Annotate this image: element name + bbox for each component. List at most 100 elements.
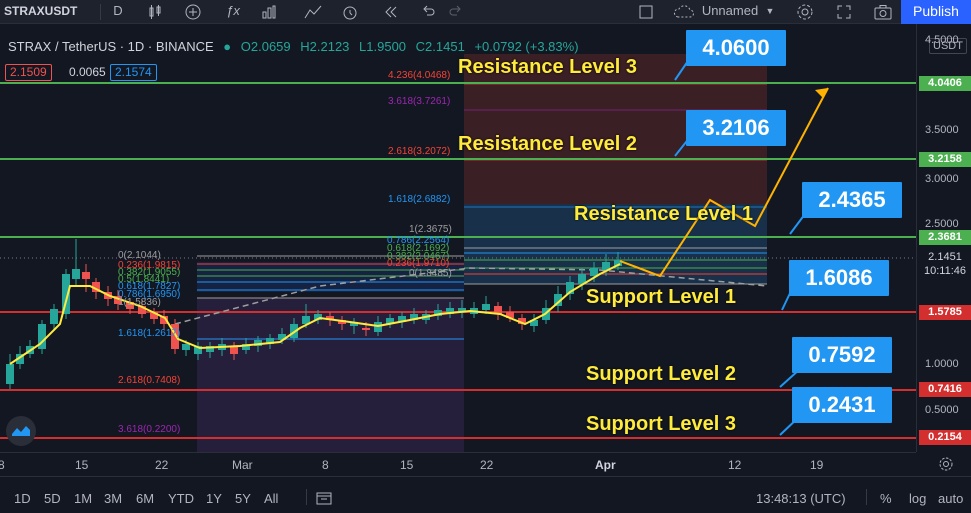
- range-6m[interactable]: 6M: [136, 491, 154, 506]
- fib-right-label: 4.236(4.0468): [388, 70, 451, 81]
- price-tick: 3.5000: [925, 124, 959, 136]
- support-2-callout[interactable]: 0.7592: [792, 337, 892, 373]
- camera-icon[interactable]: [872, 0, 894, 24]
- candle-body: [362, 328, 370, 330]
- alert-icon[interactable]: [338, 0, 362, 24]
- fib-right-label: 3.618(3.7261): [388, 96, 451, 107]
- fib-right-label: 0(1.8485): [409, 268, 452, 279]
- symbol-legend: STRAX / TetherUS · 1D · BINANCE ● O2.065…: [8, 39, 585, 54]
- support-2-label: Support Level 2: [586, 363, 737, 385]
- chart-pane[interactable]: STRAX / TetherUS · 1D · BINANCE ● O2.065…: [0, 24, 916, 452]
- resistance-2-callout[interactable]: 3.2106: [686, 110, 786, 146]
- support-3-price-badge: 0.2154: [919, 430, 971, 445]
- legend-change: +0.0792 (+3.83%): [474, 39, 579, 54]
- log-toggle[interactable]: log: [909, 491, 926, 506]
- time-tick: Apr: [595, 458, 616, 472]
- candle-body: [182, 344, 190, 350]
- fib-left-label: 2.618(0.7408): [118, 375, 181, 386]
- price-tick: 0.5000: [925, 404, 959, 416]
- price-tick: 3.0000: [925, 173, 959, 185]
- symbol-title[interactable]: STRAX / TetherUS · 1D · BINANCE: [8, 39, 214, 54]
- bottom-toolbar: 1D 5D 1M 3M 6M YTD 1Y 5Y All 13:48:13 (U…: [0, 476, 971, 513]
- range-1d[interactable]: 1D: [14, 491, 31, 506]
- time-tick: 22: [155, 458, 169, 472]
- financials-icon[interactable]: [258, 0, 280, 24]
- fib-right-label: 1(2.3675): [409, 224, 452, 235]
- candle-body: [72, 269, 80, 279]
- chart-type-icon[interactable]: [144, 0, 166, 24]
- support-1-callout[interactable]: 1.6086: [789, 260, 889, 296]
- resistance-1-label: Resistance Level 1: [574, 203, 753, 225]
- range-all[interactable]: All: [264, 491, 278, 506]
- price-tick: 2.5000: [925, 218, 959, 230]
- expand-icon[interactable]: [834, 0, 854, 24]
- cloud-icon: [672, 0, 696, 24]
- time-axis[interactable]: 8 15 22 Mar 8 15 22 Apr 12 19: [0, 452, 916, 476]
- time-tick: 15: [400, 458, 414, 472]
- resistance-3-callout[interactable]: 4.0600: [686, 30, 786, 66]
- range-5y[interactable]: 5Y: [235, 491, 251, 506]
- fib-left-label: 3.618(0.2200): [118, 424, 181, 435]
- separator: [100, 4, 101, 20]
- sell-button[interactable]: 2.1509: [5, 64, 52, 81]
- publish-button[interactable]: Publish: [901, 0, 971, 24]
- resistance-1-callout[interactable]: 2.4365: [802, 182, 902, 218]
- axis-settings-icon[interactable]: [938, 456, 958, 474]
- time-tick: 8: [322, 458, 329, 472]
- chevron-down-icon[interactable]: ▼: [762, 0, 778, 24]
- status-dot: ●: [223, 39, 232, 54]
- range-1y[interactable]: 1Y: [206, 491, 222, 506]
- buy-button[interactable]: 2.1574: [110, 64, 157, 81]
- price-chart[interactable]: [0, 24, 916, 452]
- replay-icon[interactable]: [380, 0, 402, 24]
- range-ytd[interactable]: YTD: [168, 491, 194, 506]
- interval-button[interactable]: D: [108, 0, 128, 24]
- fib-right-label: 1.618(2.6882): [388, 194, 451, 205]
- support-2-price-badge: 0.7416: [919, 382, 971, 397]
- candle-body: [50, 309, 58, 324]
- fib-left-label: 1.618(1.2617): [118, 328, 181, 339]
- date-range-icon[interactable]: [316, 490, 334, 506]
- candle-body: [482, 304, 490, 310]
- price-scale[interactable]: USDT 4.5000 3.5000 3.0000 2.5000 1.0000 …: [916, 24, 971, 452]
- range-3m[interactable]: 3M: [104, 491, 122, 506]
- last-price-badge: 2.1451: [919, 250, 971, 265]
- settings-icon[interactable]: [794, 0, 816, 24]
- spread-value: 0.0065: [69, 65, 106, 79]
- support-3-callout[interactable]: 0.2431: [792, 387, 892, 423]
- percent-toggle[interactable]: %: [880, 491, 892, 506]
- time-tick: 8: [0, 458, 5, 472]
- compare-icon[interactable]: [302, 0, 324, 24]
- fullscreen-icon[interactable]: [636, 0, 656, 24]
- tradingview-logo-icon[interactable]: [6, 416, 36, 446]
- separator: [306, 489, 307, 505]
- support-1-price-badge: 1.5785: [919, 305, 971, 320]
- undo-icon[interactable]: [418, 0, 438, 24]
- fib-right-label: 2.618(3.2072): [388, 146, 451, 157]
- legend-high: H2.2123: [300, 39, 350, 54]
- add-indicator-icon[interactable]: [182, 0, 204, 24]
- indicators-icon[interactable]: ƒx: [222, 0, 244, 24]
- resistance-1-price-badge: 2.3681: [919, 230, 971, 245]
- countdown-badge: 10:11:46: [919, 264, 971, 279]
- price-tick: 4.5000: [925, 34, 959, 46]
- clock[interactable]: 13:48:13 (UTC): [756, 491, 846, 506]
- range-1m[interactable]: 1M: [74, 491, 92, 506]
- time-tick: 19: [810, 458, 824, 472]
- support-1-label: Support Level 1: [586, 286, 737, 308]
- redo-icon[interactable]: [446, 0, 466, 24]
- candle-body: [6, 364, 14, 384]
- fib-left-label: 1(1.5836): [118, 297, 161, 308]
- auto-toggle[interactable]: auto: [938, 491, 963, 506]
- candle-body: [82, 272, 90, 279]
- resistance-2-price-badge: 3.2158: [919, 152, 971, 167]
- support-3-label: Support Level 3: [586, 413, 737, 435]
- layout-name[interactable]: Unnamed: [698, 0, 762, 24]
- range-5d[interactable]: 5D: [44, 491, 61, 506]
- price-tick: 1.0000: [925, 358, 959, 370]
- time-tick: 15: [75, 458, 89, 472]
- time-tick: Mar: [232, 458, 253, 472]
- symbol-search[interactable]: STRAXUSDT: [4, 0, 77, 24]
- legend-open: O2.0659: [240, 39, 291, 54]
- separator: [866, 489, 867, 505]
